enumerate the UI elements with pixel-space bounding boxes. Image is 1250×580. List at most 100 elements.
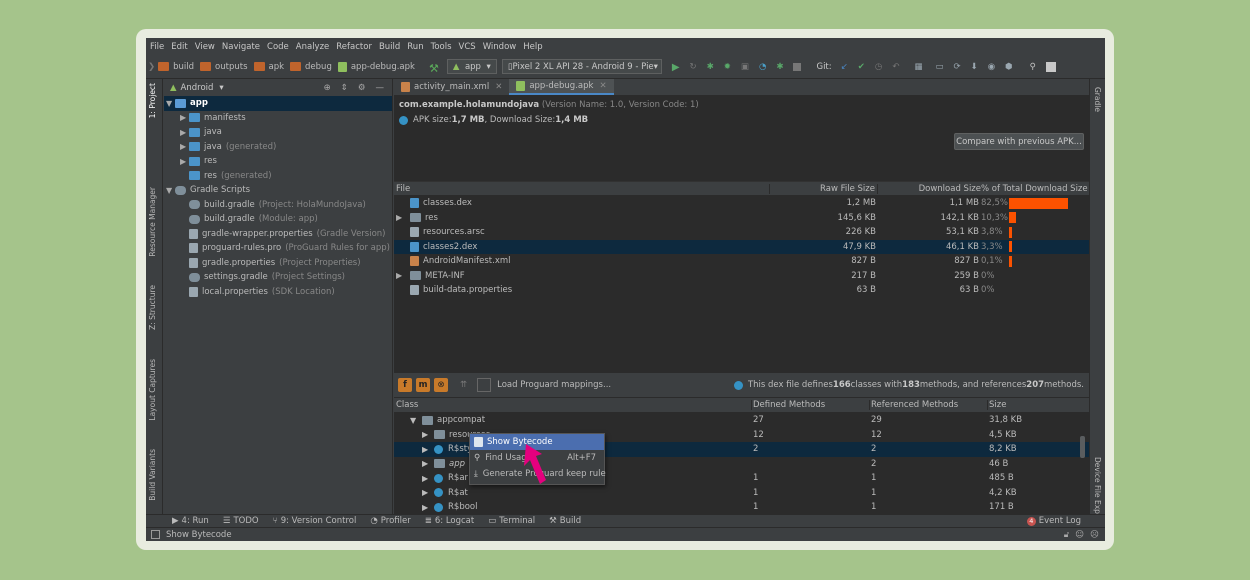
load-proguard-mappings-button[interactable]: Load Proguard mappings... bbox=[497, 380, 611, 390]
file-row[interactable]: classes2.dex 47,9 KB 46,1 KB 3,3% bbox=[394, 239, 1089, 254]
sync-gradle-icon[interactable]: ⟳ bbox=[954, 62, 961, 72]
stop-icon[interactable] bbox=[793, 62, 802, 71]
apply-changes-icon[interactable]: ↻ bbox=[690, 62, 697, 72]
close-icon[interactable]: ✕ bbox=[599, 81, 606, 91]
col-class[interactable]: Class bbox=[394, 400, 752, 410]
avatar[interactable] bbox=[1045, 61, 1056, 72]
tab-activity-main[interactable]: activity_main.xml ✕ bbox=[394, 79, 509, 95]
tree-item[interactable]: ▶ java (generated) bbox=[164, 140, 392, 155]
tab-structure[interactable]: Z: Structure bbox=[148, 285, 157, 330]
locate-icon[interactable]: ⊕ bbox=[324, 83, 331, 93]
menu-build[interactable]: Build bbox=[379, 42, 400, 52]
scrollbar[interactable] bbox=[1080, 436, 1085, 458]
tree-item[interactable]: ▶ java bbox=[164, 125, 392, 140]
tree-item[interactable]: ▶ manifests bbox=[164, 111, 392, 126]
tab-build-variants[interactable]: Build Variants bbox=[148, 449, 157, 501]
debug-bug-icon[interactable]: ✹ bbox=[724, 62, 731, 72]
expand-triangle-icon[interactable]: ▶ bbox=[180, 128, 189, 137]
file-row[interactable]: build-data.properties 63 B 63 B 0% bbox=[394, 283, 1089, 298]
run-config-select[interactable]: ▲ app ▾ bbox=[446, 59, 497, 74]
tree-item[interactable]: settings.gradle (Project Settings) bbox=[164, 270, 392, 285]
tool-todo[interactable]: ☰ TODO bbox=[223, 516, 259, 526]
col-raw-size[interactable]: Raw File Size bbox=[770, 183, 878, 194]
chevron-down-icon[interactable]: ▾ bbox=[219, 83, 223, 93]
expand-triangle-icon[interactable]: ▶ bbox=[396, 213, 410, 222]
profile-icon[interactable]: ◔ bbox=[759, 62, 766, 72]
menu-code[interactable]: Code bbox=[267, 42, 289, 52]
tool-version-control[interactable]: ⑂ 9: Version Control bbox=[273, 516, 357, 526]
tab-app-debug-apk[interactable]: app-debug.apk ✕ bbox=[509, 79, 614, 95]
tool-build[interactable]: ⚒ Build bbox=[549, 516, 581, 526]
col-size[interactable]: Size bbox=[988, 400, 1078, 410]
menu-view[interactable]: View bbox=[195, 42, 215, 52]
menu-run[interactable]: Run bbox=[407, 42, 423, 52]
tree-item[interactable]: build.gradle (Project: HolaMundoJava) bbox=[164, 198, 392, 213]
menu-vcs[interactable]: VCS bbox=[459, 42, 476, 52]
tree-item[interactable]: res (generated) bbox=[164, 169, 392, 184]
tab-gradle[interactable]: Gradle bbox=[1093, 87, 1102, 112]
tool-terminal[interactable]: ▭ Terminal bbox=[488, 516, 535, 526]
hammer-icon[interactable]: ⚒ bbox=[429, 62, 439, 75]
git-rollback-icon[interactable]: ↶ bbox=[892, 62, 899, 72]
collapse-icon[interactable]: ⇕ bbox=[341, 83, 348, 93]
menu-file[interactable]: File bbox=[150, 42, 164, 52]
breadcrumb-build[interactable]: build bbox=[158, 62, 194, 72]
expand-triangle-icon[interactable]: ▶ bbox=[422, 445, 434, 454]
show-fields-icon[interactable]: f bbox=[398, 378, 412, 392]
face-sad-icon[interactable]: ☹ bbox=[1090, 530, 1099, 540]
git-update-icon[interactable]: ↙ bbox=[841, 62, 848, 72]
class-row[interactable]: ▶ R$bool 1 1 171 B bbox=[394, 500, 1089, 515]
breadcrumb-debug[interactable]: debug bbox=[290, 62, 332, 72]
col-defined-methods[interactable]: Defined Methods bbox=[752, 400, 870, 410]
col-percent[interactable]: % of Total Download Size bbox=[981, 184, 1088, 194]
tree-item[interactable]: gradle-wrapper.properties (Gradle Version… bbox=[164, 227, 392, 242]
load-mappings-icon[interactable] bbox=[477, 378, 492, 392]
menu-navigate[interactable]: Navigate bbox=[222, 42, 260, 52]
expand-triangle-icon[interactable]: ▶ bbox=[180, 157, 189, 166]
sdk-manager-icon[interactable]: ⬇ bbox=[971, 62, 978, 72]
col-file[interactable]: File bbox=[394, 183, 770, 194]
expand-triangle-icon[interactable]: ▼ bbox=[410, 416, 422, 425]
menu-refactor[interactable]: Refactor bbox=[336, 42, 372, 52]
class-row[interactable]: ▼ appcompat 27 29 31,8 KB bbox=[394, 413, 1089, 428]
tree-item[interactable]: proguard-rules.pro (ProGuard Rules for ap… bbox=[164, 241, 392, 256]
show-references-icon[interactable]: ⊗ bbox=[434, 378, 448, 392]
expand-triangle-icon[interactable]: ▶ bbox=[396, 271, 410, 280]
tab-resource-manager[interactable]: Resource Manager bbox=[148, 187, 157, 257]
face-icon[interactable]: ☺ bbox=[1075, 530, 1084, 540]
expand-triangle-icon[interactable]: ▼ bbox=[166, 99, 175, 108]
close-icon[interactable]: ✕ bbox=[495, 82, 502, 92]
expand-triangle-icon[interactable]: ▶ bbox=[180, 113, 189, 122]
tree-item[interactable]: ▼ Gradle Scripts bbox=[164, 183, 392, 198]
layout-inspector-icon[interactable]: ◉ bbox=[988, 62, 995, 72]
menu-edit[interactable]: Edit bbox=[171, 42, 187, 52]
expand-triangle-icon[interactable]: ▶ bbox=[422, 503, 434, 512]
file-row[interactable]: ▶ META-INF 217 B 259 B 0% bbox=[394, 269, 1089, 284]
file-row[interactable]: ▶ res 145,6 KB 142,1 KB 10,3% bbox=[394, 211, 1089, 226]
tree-item[interactable]: local.properties (SDK Location) bbox=[164, 285, 392, 300]
tab-project[interactable]: 1: Project bbox=[148, 83, 157, 118]
attach-debugger-icon[interactable]: ✱ bbox=[776, 62, 783, 72]
event-log-button[interactable]: 4 Event Log bbox=[1026, 516, 1081, 526]
device-select[interactable]: ▯ Pixel 2 XL API 28 - Android 9 - Pie ▾ bbox=[501, 59, 662, 74]
expand-triangle-icon[interactable]: ▶ bbox=[422, 459, 434, 468]
hide-icon[interactable]: — bbox=[376, 83, 385, 93]
avd-manager-icon[interactable]: ▭ bbox=[935, 62, 943, 72]
expand-triangle-icon[interactable]: ▶ bbox=[422, 430, 434, 439]
breadcrumb-apk-file[interactable]: app-debug.apk bbox=[337, 61, 415, 72]
tab-layout-captures[interactable]: Layout Captures bbox=[148, 359, 157, 421]
project-structure-icon[interactable]: ▦ bbox=[914, 62, 922, 72]
assistant-icon[interactable]: ⬢ bbox=[1005, 62, 1012, 72]
tool-logcat[interactable]: ≣ 6: Logcat bbox=[425, 516, 475, 526]
tree-item[interactable]: build.gradle (Module: app) bbox=[164, 212, 392, 227]
tree-item[interactable]: ▶ res bbox=[164, 154, 392, 169]
col-referenced-methods[interactable]: Referenced Methods bbox=[870, 400, 988, 410]
menu-window[interactable]: Window bbox=[483, 42, 517, 52]
tool-windows-icon[interactable] bbox=[151, 530, 160, 539]
file-row[interactable]: resources.arsc 226 KB 53,1 KB 3,8% bbox=[394, 225, 1089, 240]
menu-analyze[interactable]: Analyze bbox=[296, 42, 330, 52]
expand-triangle-icon[interactable]: ▶ bbox=[422, 488, 434, 497]
tool-run[interactable]: ▶ 4: Run bbox=[172, 516, 209, 526]
file-row[interactable]: AndroidManifest.xml 827 B 827 B 0,1% bbox=[394, 254, 1089, 269]
class-row[interactable]: ▶ R$at 1 1 4,2 KB bbox=[394, 486, 1089, 501]
